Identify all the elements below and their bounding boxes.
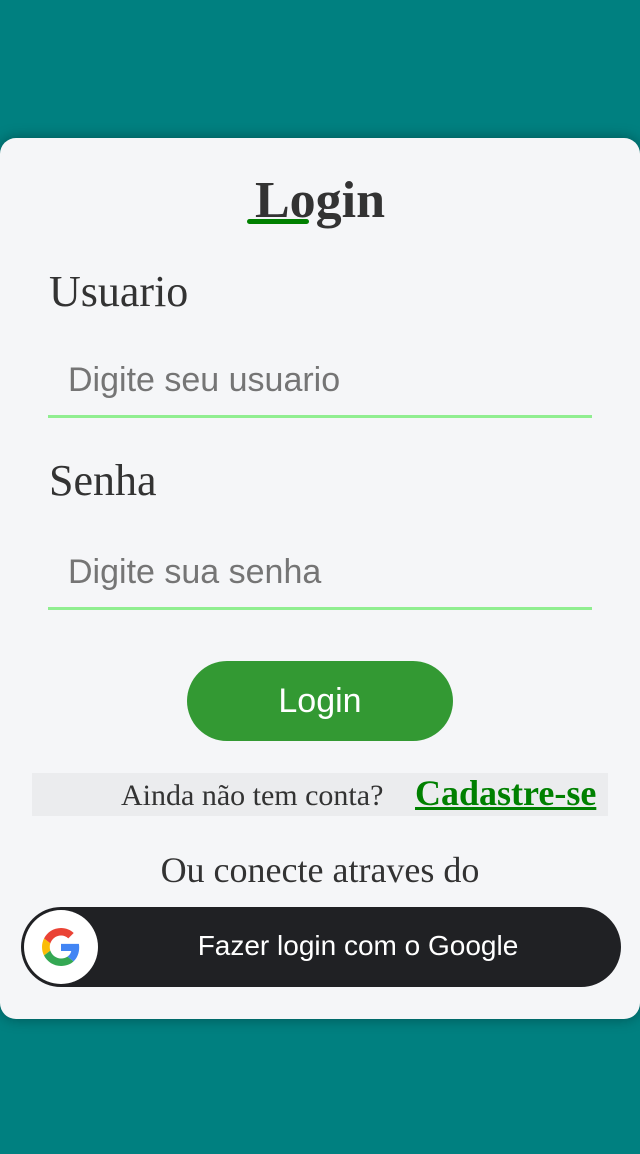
google-login-button[interactable]: Fazer login com o Google bbox=[21, 907, 621, 987]
signup-prompt: Ainda não tem conta? bbox=[121, 779, 384, 812]
title-underline-accent bbox=[247, 219, 309, 224]
page-title: Login bbox=[254, 172, 386, 229]
username-label: Usuario bbox=[49, 267, 189, 316]
password-label: Senha bbox=[49, 456, 157, 505]
username-input[interactable] bbox=[48, 346, 592, 418]
login-button[interactable]: Login bbox=[187, 661, 453, 741]
google-g-icon bbox=[42, 928, 80, 966]
google-login-label: Fazer login com o Google bbox=[197, 930, 519, 961]
google-icon-badge bbox=[24, 910, 98, 984]
alternative-login-prompt: Ou conecte atraves do bbox=[160, 850, 480, 890]
password-input[interactable] bbox=[48, 538, 592, 610]
signup-link[interactable]: Cadastre-se bbox=[415, 771, 596, 815]
